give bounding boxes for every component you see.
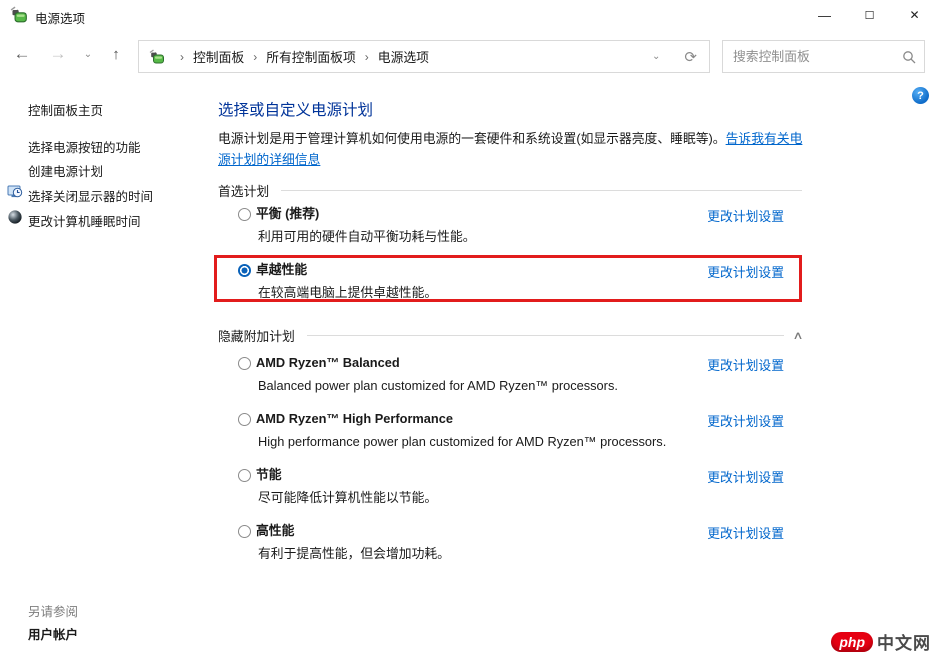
plan-description: High performance power plan customized f… [258,433,802,451]
breadcrumb-all-items[interactable]: 所有控制面板项 [264,47,358,66]
sidebar-item-user-accounts[interactable]: 用户帐户 [28,624,78,643]
collapse-chevron-icon[interactable]: ∧ [792,329,803,342]
change-plan-settings-link[interactable]: 更改计划设置 [707,206,784,225]
radio-high-performance[interactable] [238,525,251,538]
plan-row-amd-high-performance: AMD Ryzen™ High Performance 更改计划设置 High … [218,410,802,451]
sidebar-item-control-panel-home[interactable]: 控制面板主页 [28,100,103,119]
plan-description: Balanced power plan customized for AMD R… [258,377,802,395]
sidebar-item-create-plan[interactable]: 创建电源计划 [28,161,103,180]
change-plan-settings-link[interactable]: 更改计划设置 [707,467,784,486]
navigation-bar: ← → ⌄ ↑ › 控制面板 › 所有控制面板项 › 电源选项 ⌄ ⟳ [0,30,937,78]
power-options-icon [10,6,28,24]
intro-paragraph: 电源计划是用于管理计算机如何使用电源的一套硬件和系统设置(如显示器亮度、睡眠等)… [218,128,803,170]
help-icon[interactable]: ? [912,87,929,104]
php-cn-watermark: php 中文网 [831,629,931,654]
change-plan-settings-link[interactable]: 更改计划设置 [707,411,784,430]
display-clock-icon [7,184,23,200]
plan-row-ultimate-performance: 卓越性能 更改计划设置 在较高端电脑上提供卓越性能。 [218,261,802,302]
radio-amd-balanced[interactable] [238,357,251,370]
maximize-button[interactable]: ☐ [847,0,892,30]
sidebar-item-sleep-time[interactable]: 更改计算机睡眠时间 [28,211,141,230]
plan-row-amd-balanced: AMD Ryzen™ Balanced 更改计划设置 Balanced powe… [218,354,802,395]
intro-text: 电源计划是用于管理计算机如何使用电源的一套硬件和系统设置(如显示器亮度、睡眠等)… [218,131,726,146]
breadcrumb-separator: › [358,50,376,64]
radio-balanced[interactable] [238,208,251,221]
breadcrumb-separator: › [246,50,264,64]
search-box [722,40,925,73]
refresh-icon[interactable]: ⟳ [674,48,699,66]
minimize-button[interactable]: — [802,0,847,30]
breadcrumb-control-panel[interactable]: 控制面板 [191,47,246,66]
plan-row-high-performance: 高性能 更改计划设置 有利于提高性能，但会增加功耗。 [218,522,802,563]
section-title: 隐藏附加计划 [218,326,295,345]
address-bar[interactable]: › 控制面板 › 所有控制面板项 › 电源选项 ⌄ ⟳ [138,40,710,73]
window-title: 电源选项 [35,8,85,27]
search-input[interactable] [723,49,894,64]
radio-power-saver[interactable] [238,469,251,482]
power-options-icon [149,49,165,65]
plan-row-balanced: 平衡 (推荐) 更改计划设置 利用可用的硬件自动平衡功耗与性能。 [218,205,802,246]
page-title: 选择或自定义电源计划 [218,98,373,120]
section-hidden-plans: 隐藏附加计划 ∧ [218,326,802,345]
see-also-header: 另请参阅 [28,601,78,620]
close-button[interactable]: ✕ [892,0,937,30]
plan-description: 尽可能降低计算机性能以节能。 [258,489,802,507]
section-preferred-plans: 首选计划 [218,181,802,200]
section-title: 首选计划 [218,181,269,200]
breadcrumb-separator: › [173,50,191,64]
sleep-icon [7,209,23,225]
change-plan-settings-link[interactable]: 更改计划设置 [707,262,784,281]
address-dropdown-chevron-icon[interactable]: ⌄ [638,51,674,62]
plan-description: 利用可用的硬件自动平衡功耗与性能。 [258,228,802,246]
sidebar-item-power-buttons[interactable]: 选择电源按钮的功能 [28,137,141,156]
plan-description: 有利于提高性能，但会增加功耗。 [258,545,802,563]
plan-row-power-saver: 节能 更改计划设置 尽可能降低计算机性能以节能。 [218,466,802,507]
up-button[interactable]: ↑ [104,43,128,65]
breadcrumb-power-options[interactable]: 电源选项 [376,47,431,66]
recent-pages-chevron-icon[interactable]: ⌄ [80,43,96,65]
section-divider [281,190,802,191]
title-bar: 电源选项 — ☐ ✕ [0,0,937,30]
forward-button[interactable]: → [46,43,70,65]
plan-description: 在较高端电脑上提供卓越性能。 [258,284,802,302]
change-plan-settings-link[interactable]: 更改计划设置 [707,355,784,374]
search-icon[interactable] [894,50,924,64]
php-logo-badge: php [831,632,873,652]
back-button[interactable]: ← [10,43,34,65]
php-logo-text: 中文网 [877,629,931,654]
radio-ultimate-performance[interactable] [238,264,251,277]
change-plan-settings-link[interactable]: 更改计划设置 [707,523,784,542]
section-divider [307,335,784,336]
sidebar-item-display-off-time[interactable]: 选择关闭显示器的时间 [28,186,153,205]
radio-amd-high-performance[interactable] [238,413,251,426]
